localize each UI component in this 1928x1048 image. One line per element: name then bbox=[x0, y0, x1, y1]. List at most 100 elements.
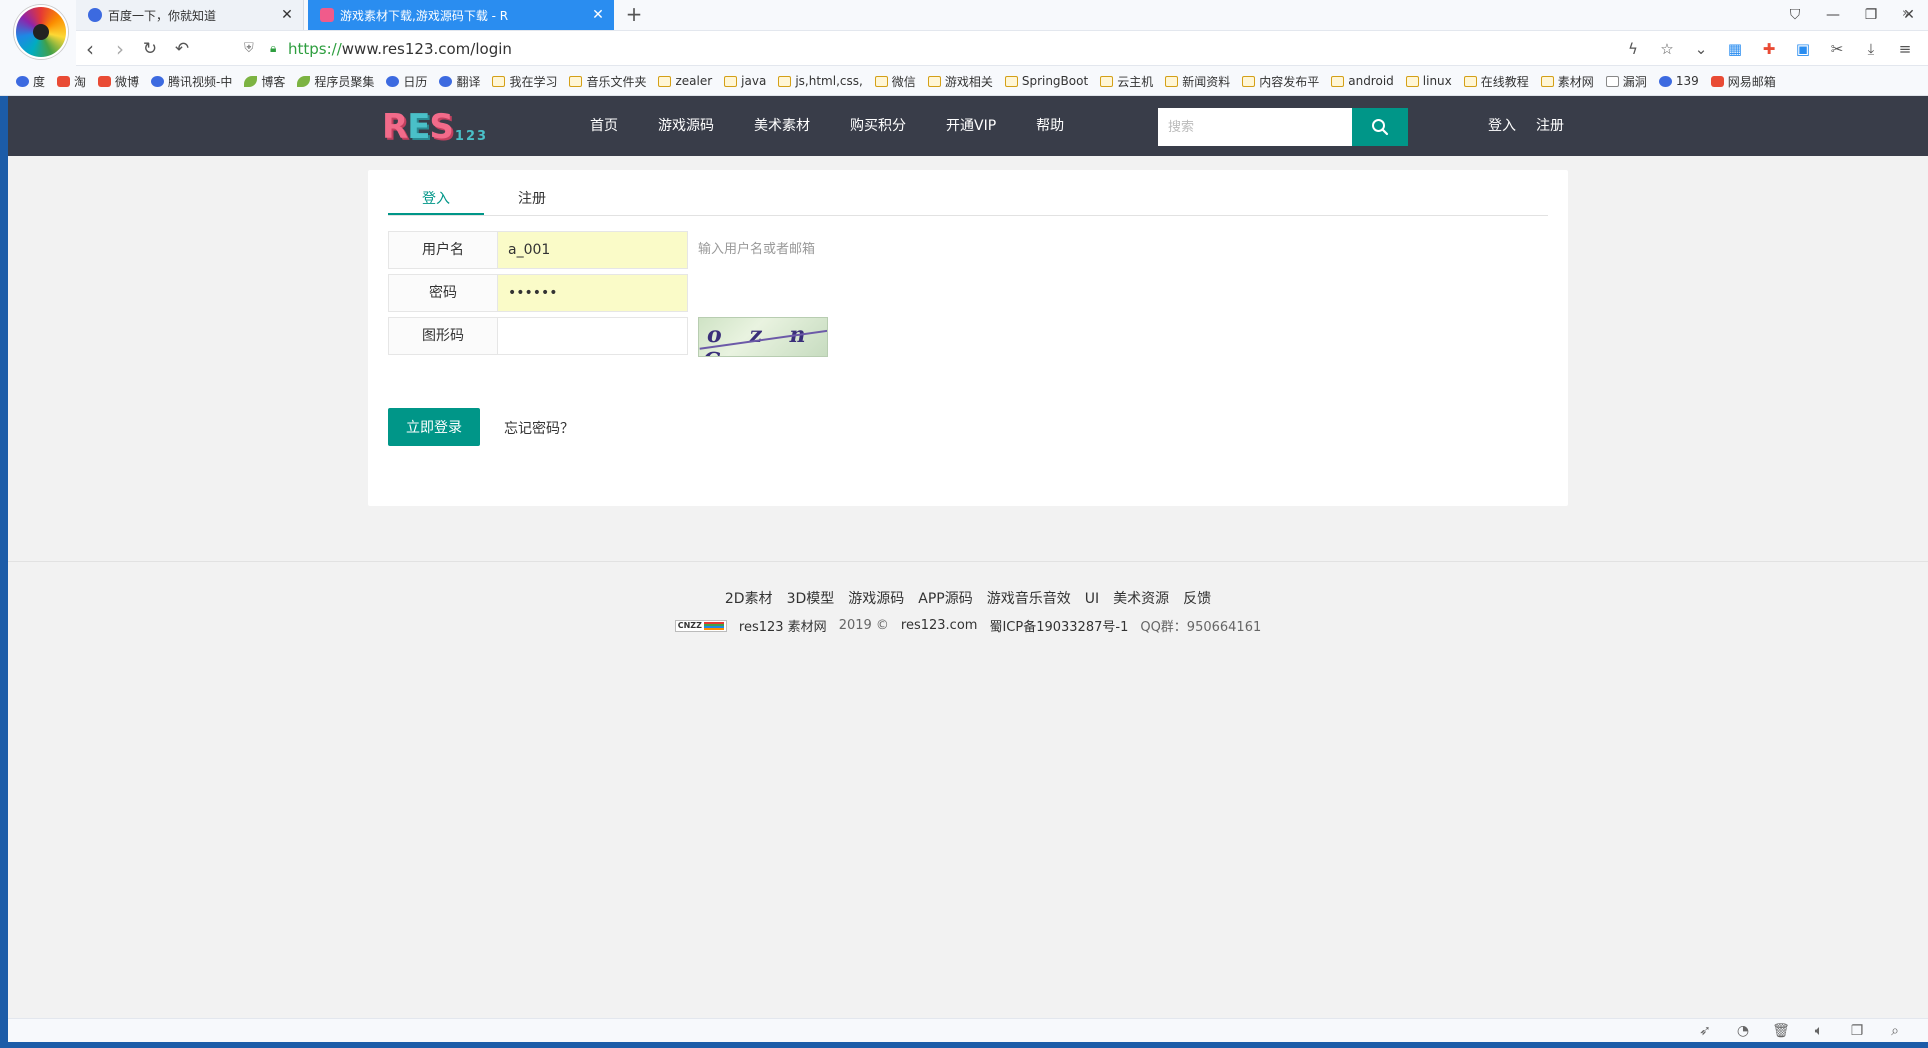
bookmark-item[interactable]: linux bbox=[1405, 74, 1452, 88]
bookmark-label: 腾讯视频-中 bbox=[168, 74, 233, 89]
bookmark-item[interactable]: 淘 bbox=[57, 73, 86, 90]
footer-link[interactable]: 反馈 bbox=[1183, 591, 1211, 607]
tab-register[interactable]: 注册 bbox=[484, 184, 580, 215]
footer-link[interactable]: 美术资源 bbox=[1113, 591, 1169, 607]
menu-icon[interactable]: ≡ bbox=[1888, 35, 1922, 63]
bookmark-item[interactable]: 游戏相关 bbox=[927, 73, 993, 90]
footer-link[interactable]: 游戏音乐音效 bbox=[987, 591, 1071, 607]
nav-buy-points[interactable]: 购买积分 bbox=[830, 96, 926, 156]
gamepad-icon[interactable]: ✚ bbox=[1752, 35, 1786, 63]
bookmark-item[interactable]: 博客 bbox=[244, 73, 285, 90]
apps-grid-icon[interactable]: ▦ bbox=[1718, 35, 1752, 63]
search-input[interactable] bbox=[1158, 108, 1352, 146]
bookmark-item[interactable]: 139 bbox=[1658, 74, 1699, 88]
username-input[interactable] bbox=[498, 231, 688, 269]
tab-close-icon[interactable]: ✕ bbox=[279, 7, 295, 23]
site-logo[interactable]: RES 123 bbox=[382, 106, 488, 146]
bookmark-item[interactable]: 微博 bbox=[98, 73, 139, 90]
nav-art-assets[interactable]: 美术素材 bbox=[734, 96, 830, 156]
new-tab-button[interactable]: + bbox=[622, 2, 646, 26]
tab-res123[interactable]: 游戏素材下载,游戏源码下载 - R ✕ bbox=[308, 0, 614, 30]
translate-icon[interactable]: ▣ bbox=[1786, 35, 1820, 63]
bookmark-label: 微信 bbox=[891, 74, 916, 89]
url-field[interactable]: https://www.res123.com/login bbox=[288, 40, 512, 58]
skin-icon[interactable]: ⛉ bbox=[1776, 0, 1814, 30]
bookmark-item[interactable]: 腾讯视频-中 bbox=[151, 73, 232, 90]
undo-close-icon[interactable]: ↶ bbox=[168, 35, 196, 63]
cnzz-badge[interactable]: CNZZ bbox=[674, 619, 727, 632]
bookmark-item[interactable]: 日历 bbox=[386, 73, 427, 90]
bookmark-item[interactable]: 程序员聚集 bbox=[297, 73, 374, 90]
bookmark-item[interactable]: 内容发布平 bbox=[1242, 73, 1319, 90]
search-button[interactable] bbox=[1352, 108, 1408, 146]
bookmark-item[interactable]: 音乐文件夹 bbox=[569, 73, 646, 90]
tab-close-icon[interactable]: ✕ bbox=[590, 7, 606, 23]
bookmark-label: zealer bbox=[675, 74, 713, 88]
lock-icon[interactable]: 🔒︎ bbox=[270, 41, 276, 56]
star-icon[interactable]: ☆ bbox=[1650, 35, 1684, 63]
trash-icon[interactable]: 🗑︎ bbox=[1762, 1021, 1800, 1041]
bookmark-label: 音乐文件夹 bbox=[586, 74, 647, 89]
rocket-icon[interactable]: ➶ bbox=[1686, 1021, 1724, 1041]
forgot-password-link[interactable]: 忘记密码？ bbox=[504, 418, 574, 438]
window-icon[interactable]: ❐ bbox=[1838, 1021, 1876, 1041]
footer-link[interactable]: UI bbox=[1085, 591, 1099, 607]
bookmark-item[interactable]: SpringBoot bbox=[1004, 74, 1088, 88]
tab-login[interactable]: 登入 bbox=[388, 184, 484, 215]
username-row: 用户名 输入用户名或者邮箱 bbox=[388, 231, 815, 269]
chevron-down-icon[interactable]: ⌄ bbox=[1684, 35, 1718, 63]
tab-baidu[interactable]: 百度一下，你就知道 ✕ bbox=[76, 0, 304, 30]
bookmark-item[interactable]: android bbox=[1331, 74, 1394, 88]
bookmark-item[interactable]: 在线教程 bbox=[1463, 73, 1529, 90]
forward-icon[interactable]: › bbox=[106, 35, 134, 63]
login-submit-button[interactable]: 立即登录 bbox=[388, 408, 480, 446]
nav-game-source[interactable]: 游戏源码 bbox=[638, 96, 734, 156]
footer-link[interactable]: 3D模型 bbox=[787, 591, 835, 607]
header-login-link[interactable]: 登入 bbox=[1478, 96, 1526, 156]
lightning-icon[interactable]: ϟ bbox=[1616, 35, 1650, 63]
shield-icon[interactable]: ⛨ bbox=[244, 41, 254, 56]
bookmark-item[interactable]: 翻译 bbox=[439, 73, 480, 90]
url-path: www.res123.com/login bbox=[341, 40, 512, 58]
download-icon[interactable]: ⤓ bbox=[1854, 35, 1888, 63]
password-input[interactable] bbox=[498, 274, 688, 312]
bookmark-favicon-icon bbox=[16, 75, 29, 87]
folder-icon bbox=[1100, 75, 1114, 87]
nav-vip[interactable]: 开通VIP bbox=[926, 96, 1016, 156]
bookmarks-more-icon[interactable]: » bbox=[1902, 6, 1910, 21]
nav-home[interactable]: 首页 bbox=[570, 96, 638, 156]
bookmark-item[interactable]: 云主机 bbox=[1100, 73, 1153, 90]
speed-icon[interactable]: ◔ bbox=[1724, 1021, 1762, 1041]
nav-help[interactable]: 帮助 bbox=[1016, 96, 1084, 156]
bookmark-item[interactable]: 我在学习 bbox=[492, 73, 557, 90]
footer-link[interactable]: 2D素材 bbox=[725, 591, 773, 607]
minimize-icon[interactable]: — bbox=[1814, 0, 1852, 30]
header-register-link[interactable]: 注册 bbox=[1526, 96, 1574, 156]
browser-chrome: 百度一下，你就知道 ✕ 游戏素材下载,游戏源码下载 - R ✕ + ⛉ — ❐ … bbox=[0, 0, 1928, 96]
scissors-icon[interactable]: ✂ bbox=[1820, 35, 1854, 63]
bookmark-item[interactable]: js,html,css, bbox=[778, 74, 863, 88]
bookmark-item[interactable]: java bbox=[724, 74, 766, 88]
bookmark-item[interactable]: 微信 bbox=[874, 73, 916, 90]
browser-logo-icon[interactable] bbox=[14, 5, 68, 59]
footer-domain[interactable]: res123.com bbox=[901, 618, 978, 633]
captcha-image[interactable]: o z n C bbox=[698, 317, 828, 357]
bookmark-item[interactable]: 新闻资料 bbox=[1165, 73, 1230, 90]
bookmark-label: 云主机 bbox=[1117, 74, 1154, 89]
bookmark-item[interactable]: zealer bbox=[658, 74, 712, 88]
address-bar: ‹ › ↻ ↶ ⛨ 🔒︎ https://www.res123.com/logi… bbox=[76, 30, 1928, 66]
back-icon[interactable]: ‹ bbox=[76, 35, 104, 63]
captcha-input[interactable] bbox=[498, 317, 688, 355]
footer-icp[interactable]: 蜀ICP备19033287号-1 bbox=[989, 616, 1128, 635]
restore-icon[interactable]: ❐ bbox=[1852, 0, 1890, 30]
volume-icon[interactable]: 🔈︎ bbox=[1800, 1021, 1838, 1041]
footer-link[interactable]: APP源码 bbox=[918, 591, 972, 607]
bookmark-item[interactable]: 漏洞 bbox=[1605, 73, 1647, 90]
zoom-icon[interactable]: ⌕ bbox=[1876, 1021, 1914, 1041]
bookmark-item[interactable]: 度 bbox=[16, 73, 45, 90]
reload-icon[interactable]: ↻ bbox=[136, 35, 164, 63]
folder-icon bbox=[1004, 75, 1018, 87]
bookmark-item[interactable]: 网易邮箱 bbox=[1710, 73, 1776, 90]
bookmark-item[interactable]: 素材网 bbox=[1540, 73, 1594, 90]
footer-link[interactable]: 游戏源码 bbox=[848, 591, 904, 607]
